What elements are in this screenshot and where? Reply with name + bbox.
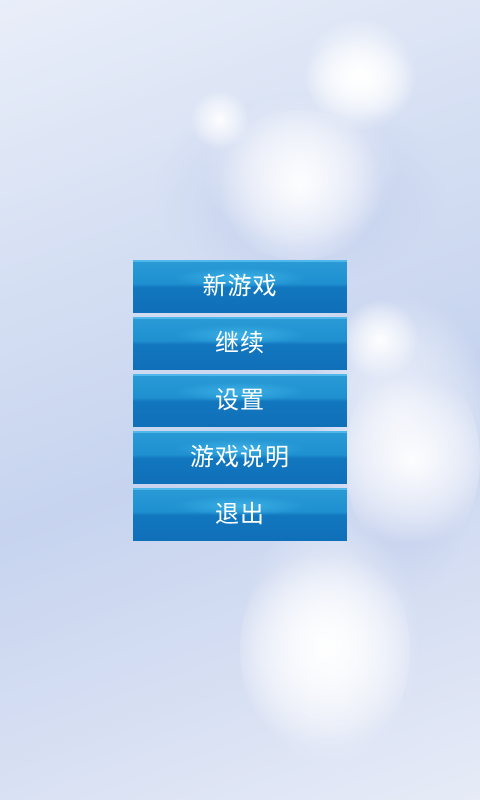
settings-button[interactable]: 设置 [133,374,347,427]
exit-button[interactable]: 退出 [133,488,347,541]
game-instructions-label: 游戏说明 [190,443,290,471]
flower-decoration [345,360,480,560]
settings-label: 设置 [215,386,265,414]
continue-label: 继续 [215,329,265,357]
flower-decoration [190,90,250,150]
new-game-label: 新游戏 [202,272,278,300]
continue-button[interactable]: 继续 [133,317,347,370]
new-game-button[interactable]: 新游戏 [133,260,347,313]
flower-decoration [300,20,420,130]
flower-decoration [240,540,410,760]
main-menu: 新游戏 继续 设置 游戏说明 退出 [133,260,347,545]
game-instructions-button[interactable]: 游戏说明 [133,431,347,484]
exit-label: 退出 [215,500,265,528]
